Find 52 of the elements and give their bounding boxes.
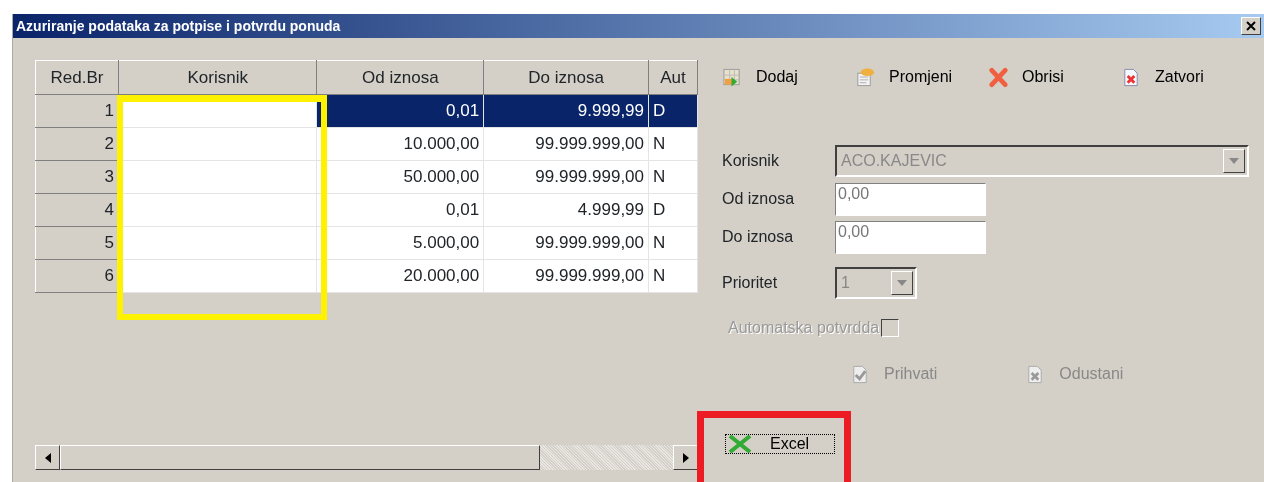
toolbar-button[interactable]: Zatvori bbox=[1121, 65, 1254, 89]
close-button[interactable] bbox=[1241, 17, 1261, 35]
table-cell: 99.999.999,00 bbox=[483, 127, 649, 161]
input-field[interactable]: 0,00 bbox=[835, 182, 986, 216]
scrollbar-thumb[interactable] bbox=[60, 445, 540, 470]
row-header[interactable]: 1 bbox=[35, 94, 119, 128]
table-cell: N bbox=[648, 127, 698, 161]
left-arrow-icon bbox=[44, 452, 51, 463]
field-label: Od iznosa bbox=[722, 189, 796, 209]
row-header[interactable]: 5 bbox=[35, 226, 119, 260]
column-header[interactable]: Do iznosa bbox=[483, 60, 649, 95]
row-header[interactable]: 3 bbox=[35, 160, 119, 194]
grid-add-icon bbox=[722, 66, 742, 88]
horizontal-scrollbar[interactable] bbox=[35, 445, 698, 470]
table-cell: 99.999.999,00 bbox=[483, 259, 649, 293]
scroll-left-button[interactable] bbox=[35, 445, 60, 470]
column-header[interactable]: Korisnik bbox=[118, 60, 317, 95]
right-arrow-icon bbox=[682, 452, 689, 463]
table-cell: N bbox=[648, 160, 698, 194]
table-cell: 99.999.999,00 bbox=[483, 226, 649, 260]
window-title: Azuriranje podataka za potpise i potvrdu ponuda bbox=[16, 16, 341, 36]
excel-button[interactable]: Excel bbox=[725, 434, 835, 454]
column-header[interactable]: Red.Br bbox=[35, 60, 119, 95]
caret-icon bbox=[1229, 158, 1239, 164]
table-cell: 4.999,99 bbox=[483, 193, 649, 227]
input-field[interactable]: 0,00 bbox=[835, 220, 986, 254]
close-icon bbox=[1246, 21, 1256, 31]
scroll-right-button[interactable] bbox=[673, 445, 698, 470]
table-cell: D bbox=[648, 94, 698, 128]
column-header[interactable]: Od iznosa bbox=[317, 60, 484, 95]
column-header[interactable]: Aut bbox=[648, 60, 698, 95]
table-cell: D bbox=[648, 193, 698, 227]
toolbar-button[interactable]: Dodaj bbox=[722, 65, 855, 89]
table-cell: N bbox=[648, 226, 698, 260]
row-header[interactable]: 2 bbox=[35, 127, 119, 161]
toolbar-button[interactable]: Promjeni bbox=[855, 65, 988, 89]
field-label: Prioritet bbox=[722, 273, 779, 293]
document-check-icon bbox=[850, 363, 870, 385]
hand-document-icon bbox=[855, 66, 875, 88]
toolbar-button[interactable]: Obrisi bbox=[988, 65, 1121, 89]
table-cell: 9.999,99 bbox=[483, 94, 649, 128]
field-label: Korisnik bbox=[722, 151, 780, 171]
x-mark-icon bbox=[728, 435, 752, 453]
row-header[interactable]: 6 bbox=[35, 259, 119, 293]
field-label: Do iznosa bbox=[722, 227, 795, 247]
checkbox-label: Automatska potvrdda bbox=[728, 318, 880, 338]
document-x-icon bbox=[1121, 66, 1141, 88]
cross-icon bbox=[988, 66, 1008, 88]
table-cell: 99.999.999,00 bbox=[483, 160, 649, 194]
table-cell: N bbox=[648, 259, 698, 293]
row-header[interactable]: 4 bbox=[35, 193, 119, 227]
caret-icon bbox=[897, 280, 907, 286]
